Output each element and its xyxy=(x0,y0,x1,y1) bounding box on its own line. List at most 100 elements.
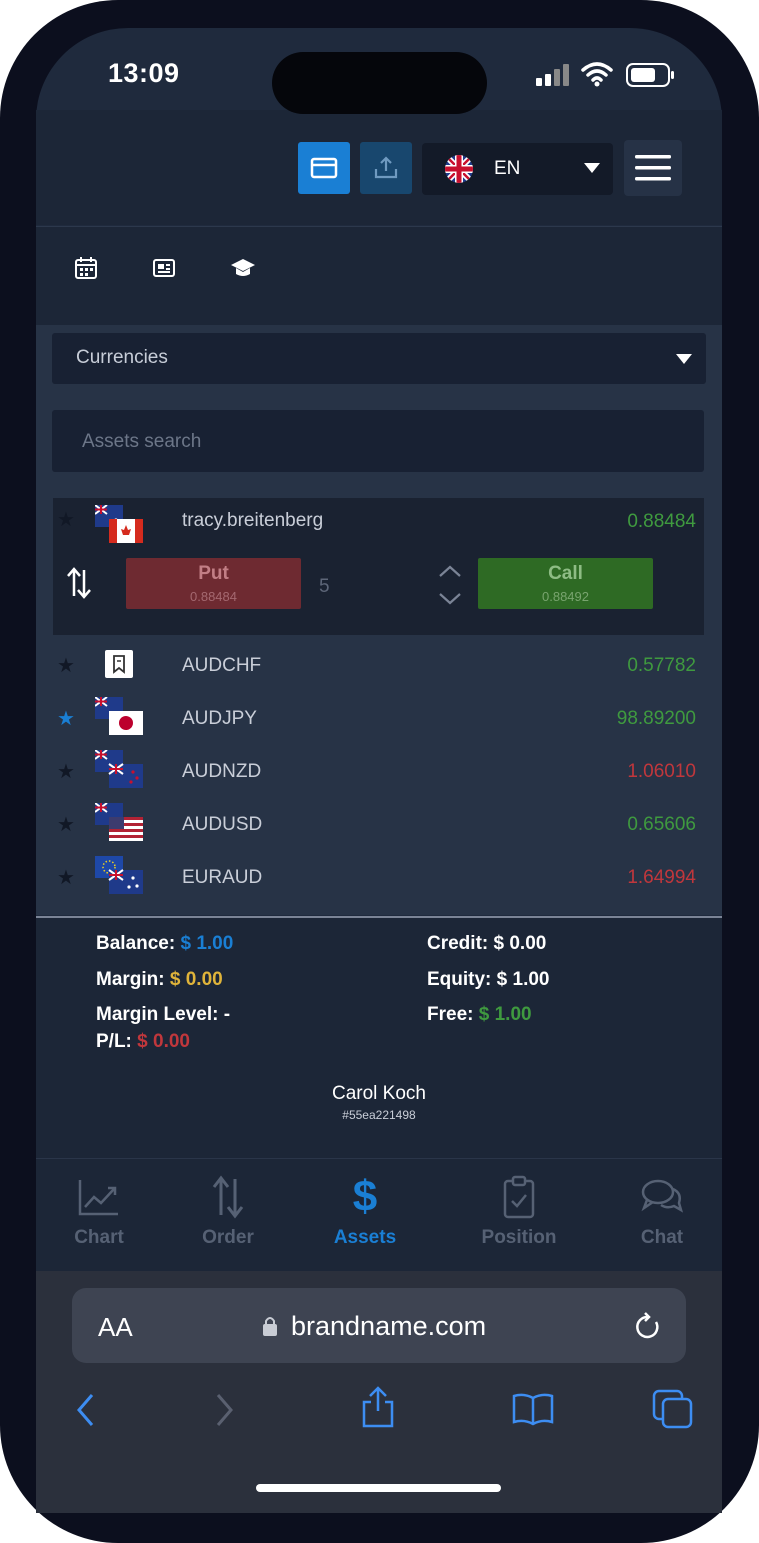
share-icon[interactable] xyxy=(360,1385,396,1434)
asset-logo-icon xyxy=(105,650,133,678)
pl-value: $ 0.00 xyxy=(137,1031,190,1052)
amount-stepper[interactable] xyxy=(437,563,463,612)
amount-value: 5 xyxy=(319,576,330,597)
chart-icon xyxy=(78,1180,118,1216)
tabs-icon[interactable] xyxy=(651,1388,695,1435)
nav-assets[interactable]: $ Assets xyxy=(310,1172,420,1249)
reload-icon[interactable] xyxy=(634,1310,662,1342)
aud-nzd-flags-icon xyxy=(94,749,145,795)
nav-order-label: Order xyxy=(202,1227,254,1248)
asset-name: AUDNZD xyxy=(182,761,262,782)
free-label: Free: xyxy=(427,1004,474,1025)
chat-bubbles-icon xyxy=(641,1179,684,1213)
battery-icon xyxy=(626,63,676,92)
nav-order[interactable]: Order xyxy=(173,1173,283,1249)
news-icon xyxy=(153,259,175,277)
call-price: 0.88492 xyxy=(542,589,589,604)
assets-search-input[interactable] xyxy=(80,410,684,474)
aud-usd-flags-icon xyxy=(94,802,145,848)
dynamic-island xyxy=(272,52,487,114)
lock-icon xyxy=(263,1317,277,1336)
put-price: 0.88484 xyxy=(190,589,237,604)
selected-asset-price: 0.88484 xyxy=(627,511,696,532)
menu-button[interactable] xyxy=(624,140,682,196)
user-name: Carol Koch xyxy=(332,1083,426,1104)
pl-row: P/L: $ 0.00 xyxy=(96,1031,190,1053)
bottom-nav: Chart Order $ Assets Position Chat xyxy=(36,1158,722,1272)
asset-name: AUDUSD xyxy=(182,814,263,835)
swap-arrows-icon[interactable] xyxy=(66,566,92,605)
text-size-button[interactable]: AA xyxy=(98,1312,133,1343)
wallet-button[interactable] xyxy=(298,142,350,194)
amount-field[interactable]: 5 xyxy=(303,560,431,608)
equity-row: Equity: $ 1.00 xyxy=(427,969,550,991)
calendar-button[interactable] xyxy=(48,230,124,306)
nav-chart[interactable]: Chart xyxy=(44,1173,154,1249)
balance-label: Balance: xyxy=(96,933,176,954)
asset-row-audchf[interactable]: ★ AUDCHF 0.57782 xyxy=(53,641,704,689)
nav-assets-label: Assets xyxy=(333,1227,397,1248)
margin-row: Margin: $ 0.00 xyxy=(96,969,223,991)
language-selector[interactable]: EN xyxy=(422,143,613,195)
favorite-star-icon[interactable]: ★ xyxy=(57,653,75,678)
chevron-up-icon xyxy=(439,565,461,577)
favorite-star-icon[interactable]: ★ xyxy=(57,865,75,890)
asset-row-audjpy[interactable]: ★ AUDJPY 98.89200 xyxy=(53,694,704,742)
asset-row-audnzd[interactable]: ★ AUDNZD 1.06010 xyxy=(53,747,704,795)
free-row: Free: $ 1.00 xyxy=(427,1004,532,1026)
credit-row: Credit: $ 0.00 xyxy=(427,933,546,955)
call-button[interactable]: Call 0.88492 xyxy=(478,558,653,609)
balance-value: $ 1.00 xyxy=(180,933,234,954)
graduation-cap-icon xyxy=(231,259,255,276)
aud-cad-flags-icon xyxy=(94,504,145,550)
upload-icon xyxy=(374,156,398,179)
category-select-value: Currencies xyxy=(76,347,168,368)
margin-value: $ 0.00 xyxy=(169,969,223,990)
asset-price: 98.89200 xyxy=(616,708,696,729)
nav-position-label: Position xyxy=(481,1227,557,1248)
favorite-star-icon[interactable]: ★ xyxy=(57,759,75,784)
caret-down-icon xyxy=(584,163,600,173)
put-button[interactable]: Put 0.88484 xyxy=(126,558,301,609)
margin-label: Margin: xyxy=(96,969,165,990)
credit-value: $ 0.00 xyxy=(493,933,547,954)
asset-row-audusd[interactable]: ★ AUDUSD 0.65606 xyxy=(53,800,704,848)
nav-position[interactable]: Position xyxy=(464,1173,574,1249)
asset-name: AUDCHF xyxy=(182,655,262,676)
address-bar[interactable]: AA brandname.com xyxy=(72,1288,686,1363)
asset-name: EURAUD xyxy=(182,867,263,888)
home-indicator xyxy=(256,1484,501,1492)
asset-price: 1.64994 xyxy=(627,867,696,888)
bookmarks-icon[interactable] xyxy=(511,1392,555,1431)
asset-price: 1.06010 xyxy=(627,761,696,782)
nav-chart-label: Chart xyxy=(74,1227,124,1248)
upload-button[interactable] xyxy=(360,142,412,194)
asset-row-euraud[interactable]: ★ EURAUD 1.64994 xyxy=(53,853,704,901)
language-label: EN xyxy=(494,158,521,179)
free-value: $ 1.00 xyxy=(478,1004,532,1025)
wifi-icon xyxy=(581,61,613,92)
user-id: #55ea221498 xyxy=(342,1108,416,1122)
forward-icon[interactable] xyxy=(212,1392,236,1433)
asset-price: 0.57782 xyxy=(627,655,696,676)
cellular-signal-icon xyxy=(536,64,572,91)
caret-down-icon xyxy=(676,354,692,364)
aud-jpy-flags-icon xyxy=(94,696,145,742)
favorite-star-icon[interactable]: ★ xyxy=(57,507,75,532)
hamburger-icon xyxy=(635,155,671,181)
chevron-down-icon xyxy=(439,593,461,605)
call-label: Call xyxy=(548,563,583,584)
education-button[interactable] xyxy=(205,230,281,306)
order-arrows-icon xyxy=(212,1175,244,1219)
balance-row: Balance: $ 1.00 xyxy=(96,933,233,955)
news-button[interactable] xyxy=(126,230,202,306)
favorite-star-icon[interactable]: ★ xyxy=(57,706,75,731)
back-icon[interactable] xyxy=(74,1392,98,1433)
equity-value: $ 1.00 xyxy=(496,969,550,990)
category-select[interactable]: Currencies xyxy=(52,333,706,384)
nav-chat[interactable]: Chat xyxy=(607,1173,717,1249)
favorite-star-icon[interactable]: ★ xyxy=(57,812,75,837)
margin-level-row: Margin Level: - xyxy=(96,1004,230,1026)
put-label: Put xyxy=(198,563,229,584)
card-icon xyxy=(310,157,338,179)
